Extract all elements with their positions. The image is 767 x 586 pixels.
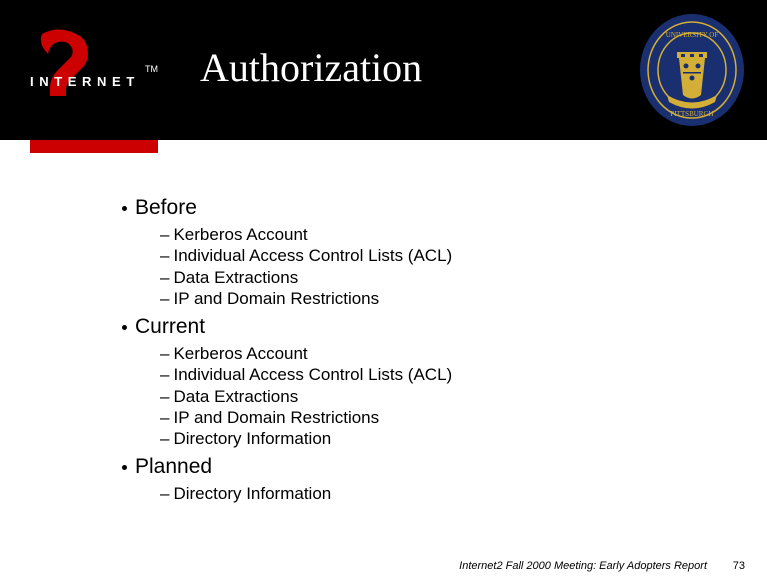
dash-icon: – — [160, 245, 169, 266]
dash-icon: – — [160, 428, 169, 449]
list-item: –Individual Access Control Lists (ACL) — [160, 364, 700, 385]
dash-icon: – — [160, 364, 169, 385]
dash-icon: – — [160, 407, 169, 428]
sub-list: –Directory Information — [160, 483, 700, 504]
section-label: Planned — [135, 455, 212, 479]
dash-icon: – — [160, 288, 169, 309]
dash-icon: – — [160, 343, 169, 364]
list-item: –Data Extractions — [160, 267, 700, 288]
slide-title: Authorization — [200, 44, 422, 91]
footer-caption: Internet2 Fall 2000 Meeting: Early Adopt… — [459, 560, 707, 572]
section-heading: Before — [120, 196, 700, 220]
slide-header: I N T E R N E T TM Authorization UNIVERS… — [0, 0, 767, 140]
section-heading: Planned — [120, 455, 700, 479]
svg-text:PITTSBURGH: PITTSBURGH — [670, 110, 713, 118]
list-item: –Kerberos Account — [160, 224, 700, 245]
list-item: –Directory Information — [160, 428, 700, 449]
dash-icon: – — [160, 386, 169, 407]
internet2-logo: I N T E R N E T TM — [30, 28, 160, 100]
list-item: –IP and Domain Restrictions — [160, 288, 700, 309]
section-planned: Planned –Directory Information — [120, 455, 700, 504]
page-number: 73 — [733, 560, 745, 572]
list-item: –Individual Access Control Lists (ACL) — [160, 245, 700, 266]
slide-body: Before –Kerberos Account –Individual Acc… — [120, 196, 700, 511]
section-label: Current — [135, 315, 205, 339]
dash-icon: – — [160, 483, 169, 504]
section-label: Before — [135, 196, 197, 220]
section-before: Before –Kerberos Account –Individual Acc… — [120, 196, 700, 309]
list-item: –Directory Information — [160, 483, 700, 504]
list-item: –Kerberos Account — [160, 343, 700, 364]
bullet-icon — [122, 465, 127, 470]
university-seal-logo: UNIVERSITY OF PITTSBURGH — [637, 10, 747, 135]
dash-icon: – — [160, 224, 169, 245]
list-item: –Data Extractions — [160, 386, 700, 407]
section-heading: Current — [120, 315, 700, 339]
dash-icon: – — [160, 267, 169, 288]
svg-text:I N T E R N E T: I N T E R N E T — [30, 74, 135, 89]
svg-text:UNIVERSITY OF: UNIVERSITY OF — [666, 31, 719, 39]
sub-list: –Kerberos Account –Individual Access Con… — [160, 224, 700, 309]
accent-bar — [30, 140, 158, 153]
section-current: Current –Kerberos Account –Individual Ac… — [120, 315, 700, 449]
bullet-icon — [122, 325, 127, 330]
bullet-icon — [122, 206, 127, 211]
list-item: –IP and Domain Restrictions — [160, 407, 700, 428]
svg-text:TM: TM — [145, 64, 158, 74]
sub-list: –Kerberos Account –Individual Access Con… — [160, 343, 700, 449]
